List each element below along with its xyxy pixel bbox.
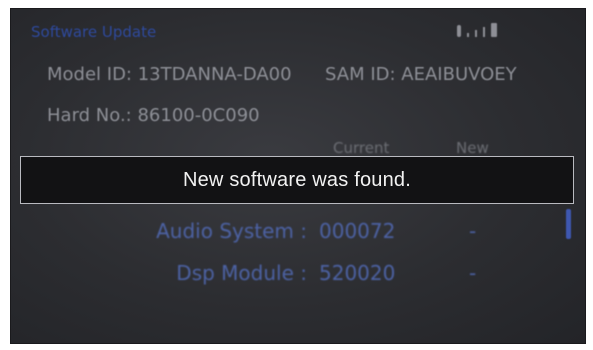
bluetooth-icon [457, 25, 461, 37]
infotainment-screen: Software Update Model ID: 13TDANNA-DA00 … [10, 8, 586, 344]
signal-bar-2-icon [475, 30, 477, 37]
model-id: Model ID: 13TDANNA-DA00 [47, 64, 292, 85]
signal-bar-3-icon [483, 27, 485, 37]
sam-id: SAM ID: AEAIBUVOEY [325, 64, 517, 85]
row-new-dsp-module: - [469, 261, 477, 285]
battery-icon [491, 23, 497, 37]
scroll-indicator[interactable] [566, 209, 571, 239]
screen-title: Software Update [31, 23, 157, 41]
row-current-audio-system: 000072 [319, 219, 396, 243]
column-header-new: New [456, 139, 489, 157]
row-label-audio-system: Audio System : [156, 219, 307, 243]
notification-toast[interactable]: New software was found. [20, 156, 574, 204]
row-label-dsp-module: Dsp Module : [176, 261, 307, 285]
notification-message: New software was found. [182, 168, 412, 191]
status-bar [457, 23, 497, 37]
hard-number: Hard No.: 86100-0C090 [47, 105, 260, 126]
display-bezel: Software Update Model ID: 13TDANNA-DA00 … [0, 0, 593, 350]
signal-bar-1-icon [467, 33, 469, 37]
column-header-current: Current [333, 139, 390, 157]
row-current-dsp-module: 520020 [319, 261, 396, 285]
row-new-audio-system: - [469, 219, 477, 243]
